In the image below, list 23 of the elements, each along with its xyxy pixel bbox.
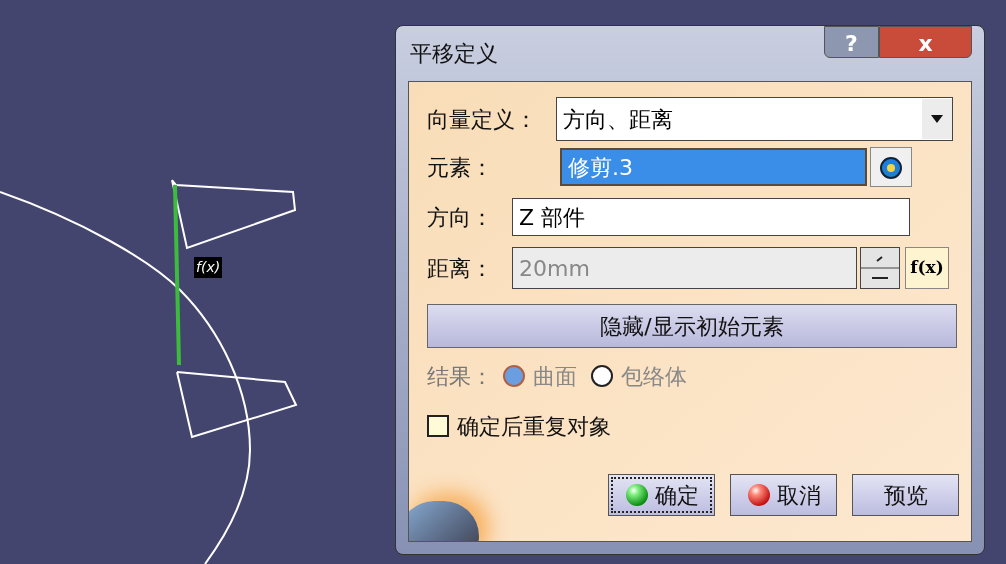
result-label: 结果： — [427, 362, 493, 391]
field-label: 向量定义： — [427, 105, 538, 134]
element-picker-button[interactable] — [870, 147, 912, 187]
field-label: 距离： — [427, 254, 494, 283]
caret-icon — [931, 115, 943, 123]
window-title: 平移定义 — [410, 40, 498, 68]
ok-button[interactable]: 确定 — [608, 474, 715, 516]
toggle-elements-button[interactable]: 隐藏/显示初始元素 — [427, 304, 957, 348]
spinner-icon[interactable] — [860, 247, 900, 289]
preview-button[interactable]: 预览 — [852, 474, 959, 516]
direction-field[interactable]: Z 部件 — [512, 198, 910, 236]
radio-label: 曲面 — [533, 362, 577, 391]
field-label: 元素： — [427, 153, 494, 182]
radio-label: 包络体 — [621, 362, 687, 391]
ball-icon — [624, 483, 649, 507]
checkbox-label: 确定后重复对象 — [457, 412, 611, 441]
close-button[interactable]: x — [879, 26, 972, 58]
ball-icon — [746, 483, 771, 507]
cancel-button[interactable]: 取消 — [730, 474, 837, 516]
checkbox[interactable] — [427, 415, 449, 437]
field-label: 方向： — [427, 203, 494, 232]
vector-definition-dropdown[interactable]: 方向、距离 — [556, 97, 953, 141]
formula-label: f(x) — [194, 257, 223, 278]
